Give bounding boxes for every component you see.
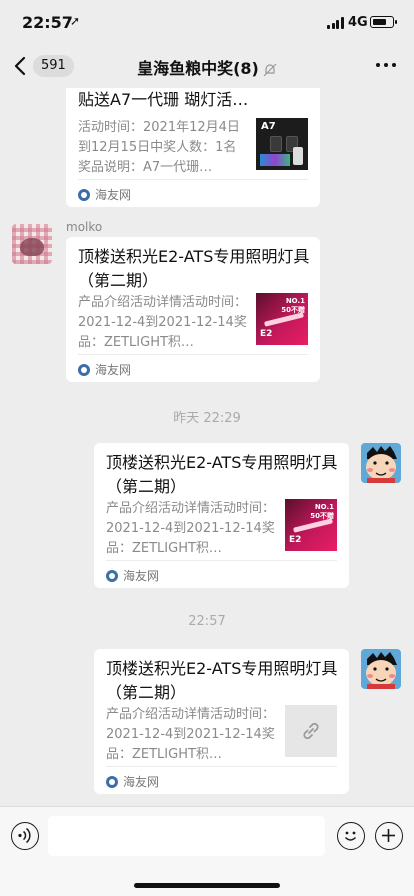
link-card[interactable]: 顶楼送积光E2-ATS专用照明灯具（第二期） 产品介绍活动详情活动时间：2021… <box>66 237 320 382</box>
link-card-source: 海友网 <box>78 361 131 378</box>
timestamp: 22:57 <box>188 614 226 629</box>
source-logo-icon <box>78 363 90 376</box>
link-card-title: 顶楼送积光E2-ATS专用照明灯具（第二期） <box>78 247 310 290</box>
source-name: 海友网 <box>95 188 132 202</box>
link-card-description: 产品介绍活动详情活动时间：2021-12-4到2021-12-14奖品：ZETL… <box>106 501 276 556</box>
link-card-thumbnail: A7 <box>256 118 308 170</box>
link-card-title: 顶楼送积光E2-ATS专用照明灯具（第二期） <box>106 453 338 496</box>
home-indicator <box>134 883 280 888</box>
status-bar: 22:57 ➚ 4G <box>0 0 414 44</box>
link-card-thumbnail <box>285 705 337 757</box>
thumbnail-label: A7 <box>261 121 276 132</box>
source-name: 海友网 <box>123 775 160 789</box>
thumbnail-badge-line: NO.1 <box>314 503 334 511</box>
voice-wave-icon <box>18 827 31 844</box>
source-name: 海友网 <box>95 363 132 377</box>
link-card[interactable]: …翻订顶贴送A7一代珊 瑚灯顶贴送A7一代珊 瑚灯活… 活动时间：2021年12… <box>66 88 320 207</box>
plus-icon <box>382 829 395 842</box>
timestamp: 昨天 22:29 <box>173 411 241 426</box>
mute-bell-icon <box>263 63 277 76</box>
link-card-description: 产品介绍活动详情活动时间：2021-12-4到2021-12-14奖品：ZETL… <box>78 295 248 350</box>
kid-avatar-icon <box>366 652 397 689</box>
link-card-description: 产品介绍活动详情活动时间：2021-12-4到2021-12-14奖品：ZETL… <box>106 707 276 762</box>
card-divider <box>106 766 337 767</box>
link-card-title: …翻订顶贴送A7一代珊 瑚灯顶贴送A7一代珊 瑚灯活… <box>78 90 249 109</box>
link-card-description: 活动时间：2021年12月4日到12月15日中奖人数：1名奖品说明：A7一代珊… <box>78 120 240 175</box>
card-divider <box>78 354 308 355</box>
source-logo-icon <box>106 569 118 582</box>
chat-header: 591 皇海鱼粮中奖(8) <box>0 44 414 88</box>
avatar[interactable] <box>361 443 401 483</box>
smiley-icon <box>344 831 357 841</box>
signal-strength-icon <box>327 17 345 29</box>
thumbnail-badge: NO.1 50不赠 <box>310 503 334 521</box>
card-divider <box>78 179 308 180</box>
link-card[interactable]: 顶楼送积光E2-ATS专用照明灯具（第二期） 产品介绍活动详情活动时间：2021… <box>94 649 349 794</box>
more-options-icon[interactable] <box>376 63 396 67</box>
link-card-title: 顶楼送积光E2-ATS专用照明灯具（第二期） <box>106 659 338 702</box>
link-card[interactable]: 顶楼送积光E2-ATS专用照明灯具（第二期） 产品介绍活动详情活动时间：2021… <box>94 443 349 588</box>
thumbnail-model: E2 <box>289 535 302 545</box>
link-card-source: 海友网 <box>106 567 159 584</box>
thumbnail-badge-line: 50不赠 <box>281 306 305 314</box>
source-logo-icon <box>106 775 118 788</box>
message-input[interactable] <box>48 816 325 856</box>
thumbnail-badge: NO.1 50不赠 <box>281 297 305 315</box>
source-name: 海友网 <box>123 569 160 583</box>
kid-avatar-icon <box>366 446 397 483</box>
avatar[interactable] <box>12 224 52 264</box>
battery-fill <box>372 18 386 25</box>
chat-title: 皇海鱼粮中奖(8) <box>137 59 259 78</box>
avatar[interactable] <box>361 649 401 689</box>
source-logo-icon <box>78 188 90 201</box>
thumbnail-badge-line: 50不赠 <box>310 512 334 520</box>
network-type: 4G <box>348 15 368 30</box>
voice-input-button[interactable] <box>11 822 39 850</box>
status-time: 22:57 <box>22 13 73 32</box>
sender-name: molko <box>66 220 103 234</box>
emoji-button[interactable] <box>337 822 365 850</box>
link-card-thumbnail: NO.1 50不赠 E2 <box>256 293 308 345</box>
battery-icon <box>370 16 397 28</box>
chat-title-wrapper: 皇海鱼粮中奖(8) <box>0 55 414 79</box>
message-list: …翻订顶贴送A7一代珊 瑚灯顶贴送A7一代珊 瑚灯活… 活动时间：2021年12… <box>0 88 414 806</box>
link-card-source: 海友网 <box>106 773 159 790</box>
link-card-thumbnail: NO.1 50不赠 E2 <box>285 499 337 551</box>
more-functions-button[interactable] <box>375 822 403 850</box>
location-arrow-icon: ➚ <box>70 14 81 28</box>
link-icon <box>303 722 319 740</box>
thumbnail-model: E2 <box>260 329 273 339</box>
thumbnail-badge-line: NO.1 <box>285 297 305 305</box>
card-divider <box>106 560 337 561</box>
link-card-source: 海友网 <box>78 186 131 203</box>
